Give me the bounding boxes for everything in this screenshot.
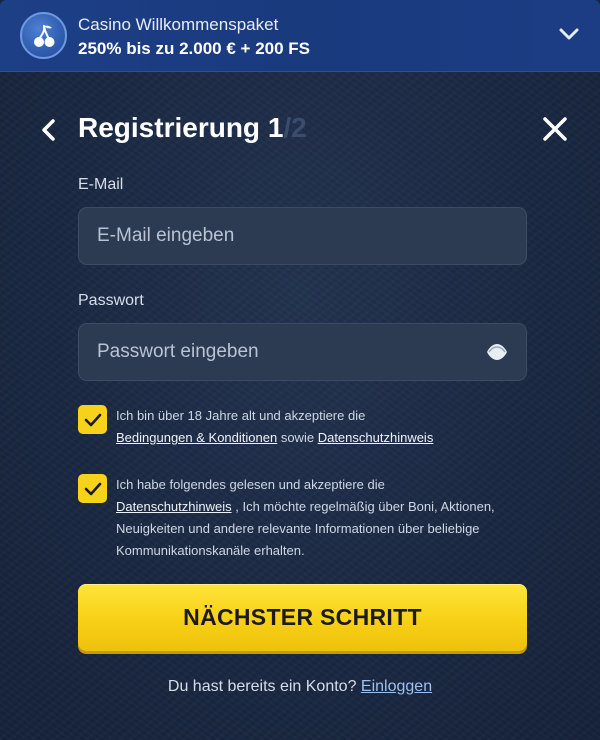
- promo-banner[interactable]: Casino Willkommenspaket 250% bis zu 2.00…: [0, 0, 600, 72]
- password-label: Passwort: [78, 292, 144, 309]
- privacy-link[interactable]: Datenschutzhinweis: [318, 430, 434, 445]
- next-step-button[interactable]: NÄCHSTER SCHRITT: [78, 584, 527, 651]
- password-field[interactable]: [97, 324, 477, 380]
- page-title: Registrierung 1/2: [78, 112, 307, 144]
- email-label: E-Mail: [78, 176, 124, 193]
- login-text: Du hast bereits ein Konto?: [167, 678, 357, 695]
- eye-icon[interactable]: [486, 343, 508, 361]
- terms-text-2: sowie: [280, 430, 315, 445]
- terms-checkbox[interactable]: [78, 405, 107, 434]
- promo-title: Casino Willkommenspaket: [78, 15, 279, 34]
- step-total: /2: [283, 112, 307, 143]
- password-field-wrapper: [78, 323, 527, 381]
- checkmark-icon: [84, 413, 101, 426]
- terms-text-1: Ich bin über 18 Jahre alt und akzeptiere…: [116, 408, 366, 423]
- step-current: 1: [267, 112, 284, 143]
- marketing-text-1: Ich habe folgendes gelesen und akzeptier…: [116, 477, 385, 492]
- promo-subtitle: 250% bis zu 2.000 € + 200 FS: [78, 39, 310, 58]
- chevron-down-icon[interactable]: [558, 26, 580, 42]
- terms-text: Ich bin über 18 Jahre alt und akzeptiere…: [116, 405, 516, 449]
- checkmark-icon: [84, 482, 101, 495]
- terms-conditions-link[interactable]: Bedingungen & Konditionen: [116, 430, 277, 445]
- registration-modal: Casino Willkommenspaket 250% bis zu 2.00…: [0, 0, 600, 740]
- email-field-wrapper: [78, 207, 527, 265]
- cherry-icon: [20, 12, 67, 59]
- page-title-text: Registrierung: [78, 112, 261, 143]
- close-icon[interactable]: [542, 116, 568, 142]
- consent-marketing-row: Ich habe folgendes gelesen und akzeptier…: [78, 474, 527, 564]
- consent-terms-row: Ich bin über 18 Jahre alt und akzeptiere…: [78, 405, 527, 451]
- marketing-checkbox[interactable]: [78, 474, 107, 503]
- marketing-text: Ich habe folgendes gelesen und akzeptier…: [116, 474, 516, 562]
- privacy-link-2[interactable]: Datenschutzhinweis: [116, 499, 232, 514]
- email-field[interactable]: [97, 208, 477, 264]
- login-link[interactable]: Einloggen: [361, 678, 432, 695]
- back-arrow-icon[interactable]: [38, 117, 60, 143]
- login-prompt: Du hast bereits ein Konto? Einloggen: [0, 678, 600, 696]
